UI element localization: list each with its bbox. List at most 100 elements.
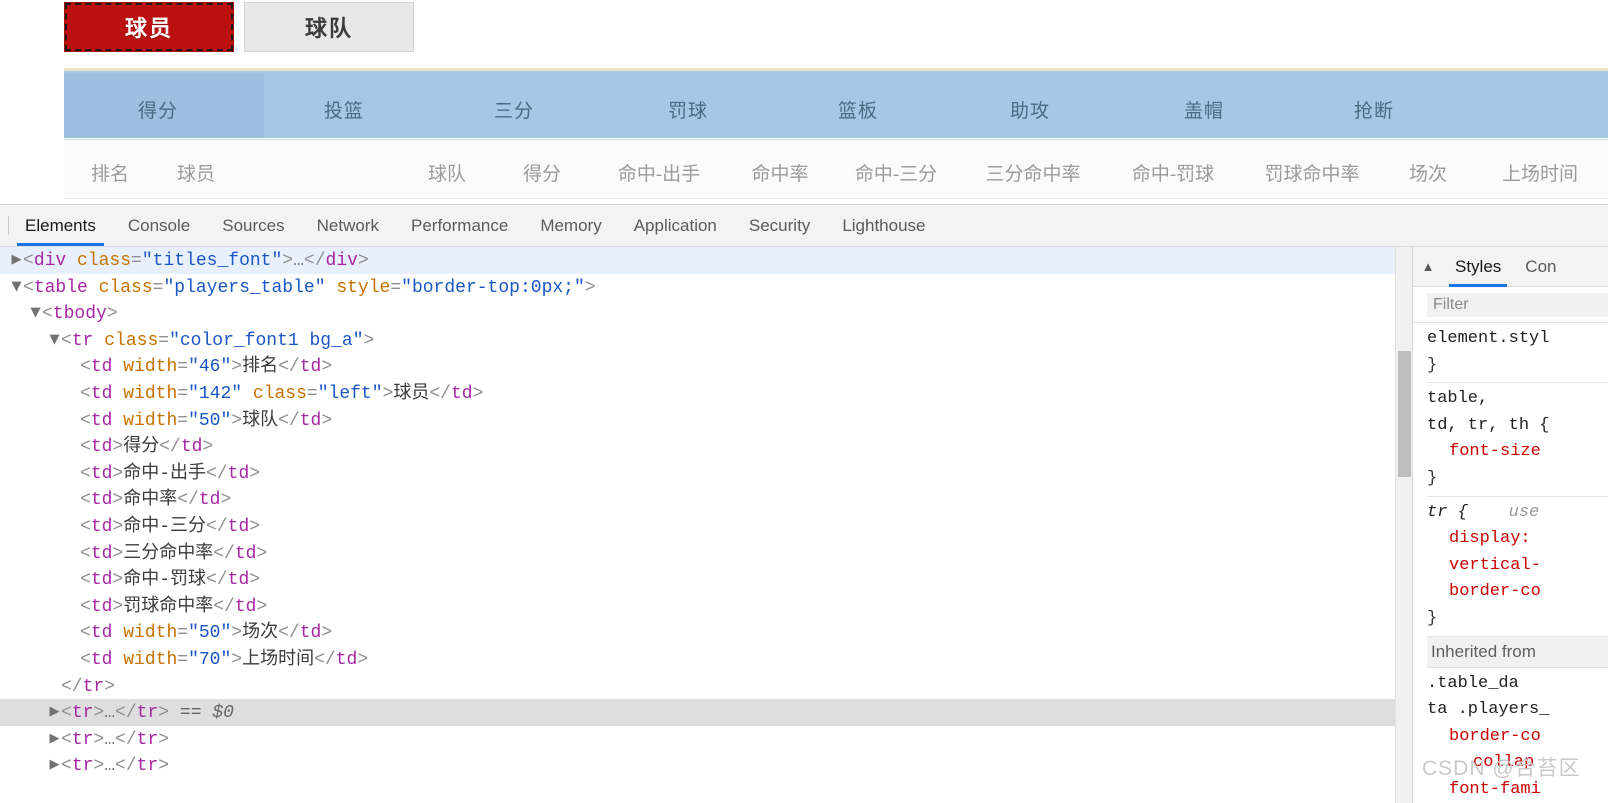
dom-tree-node[interactable]: <td width="50">场次</td>	[0, 619, 1412, 646]
tree-collapse-arrow-icon[interactable]: ▼	[29, 300, 42, 327]
code-tag: td	[90, 463, 113, 484]
css-declaration[interactable]: vertical-	[1427, 553, 1608, 580]
page-tab-teams[interactable]: 球队	[244, 2, 414, 52]
inherited-css-declaration[interactable]: font-fami	[1427, 777, 1608, 803]
code-br: >	[231, 623, 243, 644]
dom-tree-node[interactable]: <td width="50">球队</td>	[0, 407, 1412, 434]
tree-expand-arrow-icon[interactable]: ▶	[48, 752, 61, 779]
column-header[interactable]: 命中-罚球	[1118, 159, 1228, 186]
dom-tree-node[interactable]: ▶<tr>…</tr>	[0, 726, 1412, 753]
category-item[interactable]: 投篮	[304, 96, 384, 123]
page-tab-players[interactable]: 球员	[64, 2, 234, 52]
column-header[interactable]: 球队	[412, 159, 482, 186]
css-rule-close-brace: }	[1427, 608, 1438, 628]
tree-expand-arrow-icon[interactable]: ▶	[48, 726, 61, 753]
code-br: >	[158, 703, 170, 724]
column-header[interactable]: 上场时间	[1485, 159, 1595, 186]
code-tag: tr	[71, 703, 94, 724]
collapse-chevron-up-icon[interactable]: ▲	[1413, 259, 1443, 274]
column-header[interactable]: 球员	[151, 159, 241, 186]
column-header[interactable]: 得分	[507, 159, 577, 186]
category-item[interactable]: 三分	[474, 96, 554, 123]
tree-twisty-placeholder	[67, 407, 80, 434]
dom-tree-pane[interactable]: ▶<div class="titles_font">…</div> ▼<table…	[0, 247, 1412, 803]
dom-tree-node[interactable]: <td>三分命中率</td>	[0, 540, 1412, 567]
dom-tree-node[interactable]: ▶<div class="titles_font">…</div>	[0, 247, 1412, 274]
dom-tree-node[interactable]: <td>命中-三分</td>	[0, 513, 1412, 540]
category-item[interactable]: 盖帽	[1164, 96, 1244, 123]
css-rule[interactable]: tr { use display: vertical-border-co}	[1427, 497, 1608, 637]
tree-collapse-arrow-icon[interactable]: ▼	[10, 274, 23, 301]
code-tag: tr	[82, 676, 105, 697]
code-tag: tr	[136, 703, 159, 724]
css-rule[interactable]: element.styl}	[1427, 323, 1608, 384]
styles-tab-styles[interactable]: Styles	[1443, 247, 1513, 287]
code-tag: td	[180, 437, 203, 458]
column-header[interactable]: 场次	[1393, 159, 1463, 186]
dom-tree-scrollbar[interactable]	[1395, 247, 1412, 803]
css-rule[interactable]: table, td, tr, th {font-size}	[1427, 383, 1608, 497]
column-header[interactable]: 命中率	[740, 159, 820, 186]
code-attr: width	[123, 357, 178, 378]
tree-twisty-placeholder	[67, 353, 80, 380]
css-declaration[interactable]: font-size	[1427, 439, 1608, 466]
dom-tree-node[interactable]: <td>得分</td>	[0, 433, 1412, 460]
styles-filter-input[interactable]	[1427, 292, 1608, 317]
devtools-tab-lighthouse[interactable]: Lighthouse	[826, 205, 941, 246]
column-header[interactable]: 三分命中率	[968, 159, 1098, 186]
category-item[interactable]: 篮板	[818, 96, 898, 123]
inherited-css-declaration[interactable]: collap	[1427, 750, 1608, 777]
category-item[interactable]: 得分	[118, 96, 198, 123]
devtools-tab-console[interactable]: Console	[112, 205, 206, 246]
dom-tree-node[interactable]: <td width="70">上场时间</td>	[0, 646, 1412, 673]
category-item[interactable]: 助攻	[990, 96, 1070, 123]
column-header[interactable]: 罚球命中率	[1247, 159, 1377, 186]
dom-tree-node[interactable]: <td>罚球命中率</td>	[0, 593, 1412, 620]
code-eq: =	[177, 357, 189, 378]
inherited-css-declaration[interactable]: border-co	[1427, 724, 1608, 751]
devtools-tab-sources[interactable]: Sources	[206, 205, 300, 246]
dom-tree-node[interactable]: ▶<tr>…</tr> == $0	[0, 699, 1412, 726]
code-tag: td	[227, 516, 250, 537]
dom-tree-node[interactable]: ▼<table class="players_table" style="bor…	[0, 274, 1412, 301]
code-br: <	[23, 251, 34, 271]
dom-tree-node[interactable]: ▶<tr>…</tr>	[0, 752, 1412, 779]
dom-tree-node[interactable]: ▼<tr class="color_font1 bg_a">	[0, 327, 1412, 354]
dom-tree-lines: ▶<div class="titles_font">…</div> ▼<table…	[0, 247, 1412, 779]
column-header[interactable]: 命中-出手	[604, 159, 714, 186]
dom-tree-node[interactable]: <td width="46">排名</td>	[0, 353, 1412, 380]
dom-tree-node[interactable]: </tr>	[0, 673, 1412, 700]
devtools-tab-elements[interactable]: Elements	[9, 205, 112, 246]
tree-expand-arrow-icon[interactable]: ▶	[10, 247, 23, 274]
devtools-tab-application[interactable]: Application	[618, 205, 733, 246]
code-eq: =	[390, 277, 402, 298]
category-item[interactable]: 罚球	[648, 96, 728, 123]
code-eq: =	[306, 383, 318, 404]
devtools-tab-performance[interactable]: Performance	[395, 205, 524, 246]
css-user-agent-note: use	[1467, 502, 1540, 522]
scrollbar-thumb[interactable]	[1398, 351, 1411, 477]
category-item[interactable]: 抢断	[1334, 96, 1414, 123]
devtools-tab-network[interactable]: Network	[301, 205, 395, 246]
code-br: >	[93, 703, 105, 724]
column-header[interactable]: 排名	[80, 159, 140, 186]
column-header[interactable]: 命中-三分	[841, 159, 951, 186]
css-declaration[interactable]: display:	[1427, 526, 1608, 553]
code-br: >	[321, 357, 333, 378]
devtools-tab-security[interactable]: Security	[733, 205, 826, 246]
dom-tree-node[interactable]: <td width="142" class="left">球员</td>	[0, 380, 1412, 407]
code-br: >	[357, 251, 369, 271]
inherited-css-rule[interactable]: .table_da ta .players_ border-co collap fon…	[1427, 668, 1608, 803]
dom-tree-node[interactable]: <td>命中-出手</td>	[0, 460, 1412, 487]
dom-tree-node[interactable]: ▼<tbody>	[0, 300, 1412, 327]
devtools-tab-memory[interactable]: Memory	[524, 205, 617, 246]
dom-tree-node[interactable]: <td>命中率</td>	[0, 486, 1412, 513]
tree-collapse-arrow-icon[interactable]: ▼	[48, 327, 61, 354]
dom-tree-node[interactable]: <td>命中-罚球</td>	[0, 566, 1412, 593]
css-declaration[interactable]: border-co	[1427, 579, 1608, 606]
styles-tab-con[interactable]: Con	[1513, 247, 1568, 287]
tree-expand-arrow-icon[interactable]: ▶	[48, 699, 61, 726]
code-br: </	[303, 251, 326, 271]
code-br: <	[80, 543, 91, 564]
